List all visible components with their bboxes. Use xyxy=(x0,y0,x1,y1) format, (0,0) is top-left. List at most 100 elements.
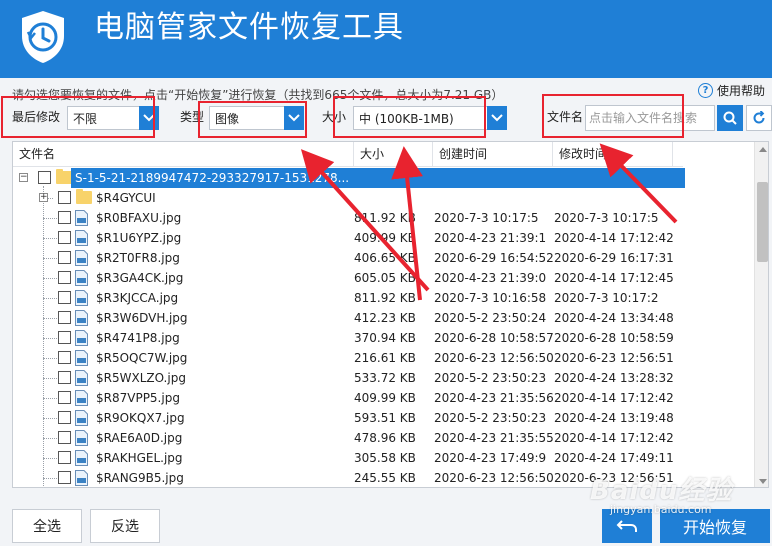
file-name: $R5OQC7W.jpg xyxy=(96,351,188,365)
file-row[interactable]: $R3W6DVH.jpg 412.23 KB 2020-5-2 23:50:24… xyxy=(13,308,753,328)
start-recovery-button[interactable]: 开始恢复 xyxy=(660,509,770,543)
file-list-panel[interactable]: 文件名 大小 创建时间 修改时间 − S-1-5-21-2189947472-2… xyxy=(12,141,769,488)
tree-branch xyxy=(43,478,57,479)
tree-branch xyxy=(43,358,57,359)
checkbox[interactable] xyxy=(58,411,71,424)
file-created: 2020-5-2 23:50:24 xyxy=(434,311,547,325)
checkbox[interactable] xyxy=(58,271,71,284)
file-row[interactable]: $RAE6A0D.jpg 478.96 KB 2020-4-23 21:35:5… xyxy=(13,428,753,448)
column-header-created[interactable]: 创建时间 xyxy=(433,142,553,167)
checkbox[interactable] xyxy=(58,311,71,324)
file-row[interactable]: $R0BFAXU.jpg 811.92 KB 2020-7-3 10:17:5 … xyxy=(13,208,753,228)
help-label: 使用帮助 xyxy=(717,84,766,98)
scroll-down-icon[interactable] xyxy=(759,479,767,484)
file-name: $R4741P8.jpg xyxy=(96,331,180,345)
file-row[interactable]: $RANG9B5.jpg 245.55 KB 2020-6-23 12:56:5… xyxy=(13,468,753,487)
tree-branch xyxy=(43,298,57,299)
file-created: 2020-4-23 21:39:1 xyxy=(434,231,547,245)
file-row[interactable]: $R3KJCCA.jpg 811.92 KB 2020-7-3 10:16:58… xyxy=(13,288,753,308)
tree-branch xyxy=(43,238,57,239)
select-all-button[interactable]: 全选 xyxy=(12,509,82,543)
question-icon: ? xyxy=(698,83,713,98)
folder-name: $R4GYCUI xyxy=(96,191,156,205)
image-file-icon xyxy=(75,230,88,246)
chevron-down-icon[interactable] xyxy=(487,106,507,130)
vertical-scrollbar[interactable] xyxy=(754,142,768,487)
annotation-box-size xyxy=(333,96,486,138)
file-size: 811.92 KB xyxy=(354,211,416,225)
image-file-icon xyxy=(75,330,88,346)
refresh-button[interactable] xyxy=(746,105,772,131)
file-row[interactable]: $R87VPP5.jpg 409.99 KB 2020-4-23 21:35:5… xyxy=(13,388,753,408)
image-file-icon xyxy=(75,210,88,226)
search-icon xyxy=(723,111,737,125)
column-header-name[interactable]: 文件名 xyxy=(13,142,354,167)
image-file-icon xyxy=(75,410,88,426)
checkbox[interactable] xyxy=(58,291,71,304)
tree-root-row[interactable]: − S-1-5-21-2189947472-293327917-1531278.… xyxy=(13,168,753,188)
file-row[interactable]: $RAKHGEL.jpg 305.58 KB 2020-4-23 17:49:9… xyxy=(13,448,753,468)
file-row[interactable]: $R5WXLZO.jpg 533.72 KB 2020-5-2 23:50:23… xyxy=(13,368,753,388)
file-modified: 2020-6-28 10:58:59 xyxy=(554,331,674,345)
file-modified: 2020-4-24 13:19:48 xyxy=(554,411,674,425)
file-row[interactable]: $R3GA4CK.jpg 605.05 KB 2020-4-23 21:39:0… xyxy=(13,268,753,288)
file-size: 245.55 KB xyxy=(354,471,416,485)
file-created: 2020-4-23 21:39:0 xyxy=(434,271,547,285)
checkbox[interactable] xyxy=(58,331,71,344)
file-modified: 2020-7-3 10:17:5 xyxy=(554,211,659,225)
file-size: 409.99 KB xyxy=(354,391,416,405)
file-row[interactable]: $R4741P8.jpg 370.94 KB 2020-6-28 10:58:5… xyxy=(13,328,753,348)
file-created: 2020-5-2 23:50:23 xyxy=(434,371,547,385)
file-row[interactable]: $R2T0FR8.jpg 406.65 KB 2020-6-29 16:54:5… xyxy=(13,248,753,268)
checkbox[interactable] xyxy=(58,231,71,244)
table-header: 文件名 大小 创建时间 修改时间 xyxy=(13,142,683,167)
file-created: 2020-6-23 12:56:50 xyxy=(434,471,554,485)
checkbox[interactable] xyxy=(58,211,71,224)
checkbox[interactable] xyxy=(58,431,71,444)
file-name: $R9OKQX7.jpg xyxy=(96,411,185,425)
file-modified: 2020-4-24 17:49:11 xyxy=(554,451,674,465)
expand-icon[interactable]: + xyxy=(39,193,48,202)
checkbox[interactable] xyxy=(58,351,71,364)
scroll-up-icon[interactable] xyxy=(759,147,767,152)
checkbox[interactable] xyxy=(38,171,51,184)
tree-branch xyxy=(43,338,57,339)
file-name: $R0BFAXU.jpg xyxy=(96,211,182,225)
file-size: 811.92 KB xyxy=(354,291,416,305)
help-link[interactable]: ? 使用帮助 xyxy=(698,82,765,99)
tree-branch xyxy=(43,418,57,419)
checkbox[interactable] xyxy=(58,191,71,204)
file-modified: 2020-6-29 16:17:31 xyxy=(554,251,674,265)
file-row[interactable]: $R5OQC7W.jpg 216.61 KB 2020-6-23 12:56:5… xyxy=(13,348,753,368)
refresh-icon xyxy=(753,111,765,124)
tree-folder-row[interactable]: + $R4GYCUI xyxy=(13,188,753,208)
file-size: 412.23 KB xyxy=(354,311,416,325)
invert-selection-button[interactable]: 反选 xyxy=(90,509,160,543)
file-row[interactable]: $R9OKQX7.jpg 593.51 KB 2020-5-2 23:50:23… xyxy=(13,408,753,428)
column-header-size[interactable]: 大小 xyxy=(354,142,433,167)
tree-branch xyxy=(43,278,57,279)
checkbox[interactable] xyxy=(58,451,71,464)
file-modified: 2020-4-14 17:12:45 xyxy=(554,271,674,285)
checkbox[interactable] xyxy=(58,251,71,264)
file-name: $R3W6DVH.jpg xyxy=(96,311,188,325)
file-modified: 2020-4-14 17:12:42 xyxy=(554,391,674,405)
tree-branch xyxy=(43,398,57,399)
file-size: 409.99 KB xyxy=(354,231,416,245)
checkbox[interactable] xyxy=(58,371,71,384)
tree-branch xyxy=(43,438,57,439)
file-row[interactable]: $R1U6YPZ.jpg 409.99 KB 2020-4-23 21:39:1… xyxy=(13,228,753,248)
back-button[interactable] xyxy=(602,509,652,543)
app-title: 电脑管家文件恢复工具 xyxy=(94,10,404,45)
search-button[interactable] xyxy=(717,105,743,131)
folder-icon xyxy=(56,169,72,184)
image-file-icon xyxy=(75,390,88,406)
file-size: 370.94 KB xyxy=(354,331,416,345)
file-modified: 2020-6-23 12:56:51 xyxy=(554,471,674,485)
collapse-icon[interactable]: − xyxy=(19,173,28,182)
checkbox[interactable] xyxy=(58,391,71,404)
checkbox[interactable] xyxy=(58,471,71,484)
scroll-thumb[interactable] xyxy=(757,182,768,262)
column-header-modified[interactable]: 修改时间 xyxy=(553,142,673,167)
tree-branch xyxy=(43,458,57,459)
